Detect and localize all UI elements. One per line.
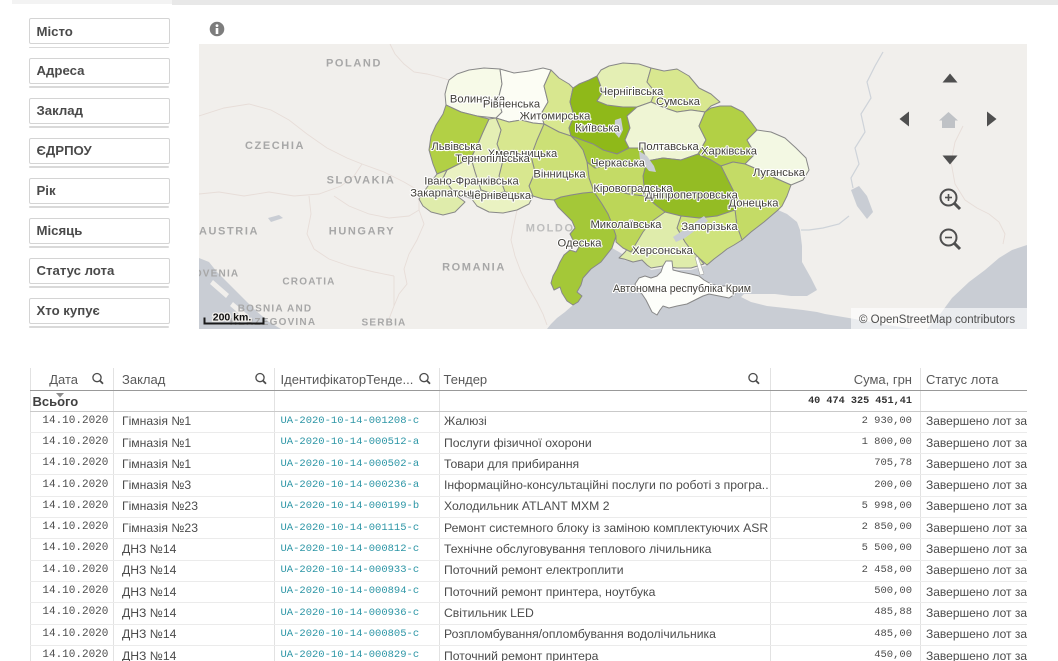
- svg-text:Полтавська: Полтавська: [638, 141, 699, 153]
- svg-text:SERBIA: SERBIA: [362, 318, 407, 329]
- svg-text:Житомирська: Житомирська: [520, 111, 592, 123]
- svg-text:Чернігівська: Чернігівська: [600, 86, 665, 98]
- svg-text:Запорізька: Запорізька: [681, 221, 738, 233]
- svg-text:Чернівецька: Чернівецька: [467, 190, 532, 202]
- svg-text:CZECHIA: CZECHIA: [245, 140, 305, 152]
- svg-text:Вінницька: Вінницька: [533, 169, 586, 181]
- svg-text:Черкаська: Черкаська: [591, 158, 646, 170]
- svg-text:© OpenStreetMap contributors: © OpenStreetMap contributors: [859, 314, 1015, 326]
- svg-text:Київська: Київська: [575, 123, 620, 135]
- svg-text:CROATIA: CROATIA: [282, 277, 335, 288]
- svg-text:Івано-Франківська: Івано-Франківська: [424, 176, 519, 188]
- svg-text:Харківська: Харківська: [701, 146, 758, 158]
- svg-text:Рівненська: Рівненська: [483, 99, 541, 111]
- svg-text:Луганська: Луганська: [753, 167, 806, 179]
- svg-text:HUNGARY: HUNGARY: [329, 226, 395, 238]
- svg-text:Тернопільська: Тернопільська: [455, 153, 531, 165]
- svg-text:Херсонська: Херсонська: [632, 245, 694, 257]
- svg-text:ROMANIA: ROMANIA: [442, 262, 506, 274]
- svg-text:SLOVENIA: SLOVENIA: [199, 269, 239, 280]
- svg-text:Автономна республіка Крим: Автономна республіка Крим: [613, 283, 751, 295]
- svg-text:POLAND: POLAND: [326, 58, 382, 70]
- svg-text:Сумська: Сумська: [656, 96, 701, 108]
- svg-text:Миколаївська: Миколаївська: [590, 219, 662, 231]
- svg-text:Одеська: Одеська: [558, 238, 603, 250]
- svg-text:Кіровоградська: Кіровоградська: [593, 183, 673, 195]
- svg-text:AUSTRIA: AUSTRIA: [199, 226, 259, 238]
- svg-text:Львівська: Львівська: [431, 141, 482, 153]
- svg-text:SLOVAKIA: SLOVAKIA: [327, 175, 396, 187]
- svg-text:200 km.: 200 km.: [213, 312, 252, 324]
